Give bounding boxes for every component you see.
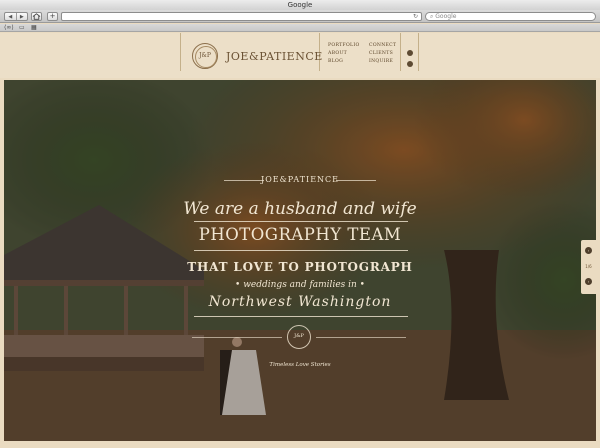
header-divider bbox=[400, 33, 401, 71]
divider bbox=[194, 250, 408, 251]
divider bbox=[336, 180, 376, 181]
social-icon-2[interactable] bbox=[407, 61, 413, 67]
logo-seal-text: J&P bbox=[199, 52, 211, 59]
divider bbox=[224, 180, 264, 181]
browser-toolbar: ◀ ▶ + ↻ ⌕ Google bbox=[0, 10, 600, 23]
nav-left: PORTFOLIO ABOUT BLOG bbox=[328, 43, 360, 64]
nav-portfolio[interactable]: PORTFOLIO bbox=[328, 43, 360, 48]
slide-counter: 1/6 bbox=[585, 264, 592, 269]
search-placeholder: Google bbox=[435, 13, 457, 20]
reload-icon[interactable]: ↻ bbox=[413, 13, 418, 21]
nav-about[interactable]: ABOUT bbox=[328, 51, 360, 56]
slide-prev-icon[interactable]: ‹ bbox=[585, 247, 592, 254]
hero-line-4: • weddings and families in • bbox=[235, 280, 365, 290]
add-bookmark-button[interactable]: + bbox=[47, 12, 58, 21]
nav-connect[interactable]: CONNECT bbox=[369, 43, 396, 48]
hero-tagline: Timeless Love Stories bbox=[269, 362, 331, 368]
nav-clients[interactable]: CLIENTS bbox=[369, 51, 396, 56]
hero-brand: JOE&PATIENCE bbox=[260, 175, 339, 184]
back-button[interactable]: ◀ bbox=[5, 13, 16, 20]
bookmarks-icon[interactable]: ▭ bbox=[19, 24, 25, 32]
header-divider bbox=[418, 33, 419, 71]
forward-button[interactable]: ▶ bbox=[15, 13, 28, 20]
divider bbox=[192, 337, 282, 338]
nav-blog[interactable]: BLOG bbox=[328, 59, 360, 64]
nav-buttons: ◀ ▶ bbox=[4, 12, 28, 21]
social-icon-1[interactable] bbox=[407, 50, 413, 56]
hero-image: JOE&PATIENCE We are a husband and wife P… bbox=[4, 80, 596, 441]
address-bar[interactable]: ↻ bbox=[61, 12, 422, 21]
search-input[interactable]: ⌕ Google bbox=[425, 12, 596, 21]
logo-seal[interactable]: J&P bbox=[192, 43, 218, 69]
home-icon bbox=[32, 13, 41, 20]
hero-line-5: Northwest Washington bbox=[208, 294, 392, 310]
divider bbox=[316, 337, 406, 338]
nav-inquire[interactable]: INQUIRE bbox=[369, 59, 396, 64]
top-sites-icon[interactable]: ▦ bbox=[31, 24, 37, 32]
home-button[interactable] bbox=[31, 12, 42, 21]
slide-next-icon[interactable]: › bbox=[585, 278, 592, 285]
hero-line-1: We are a husband and wife bbox=[183, 199, 417, 219]
hero-seal-text: J&P bbox=[294, 333, 304, 339]
brand-name[interactable]: JOE&PATIENCE bbox=[226, 50, 323, 63]
reader-icon[interactable]: ⟨∞⟩ bbox=[4, 24, 14, 32]
site-header: J&P JOE&PATIENCE PORTFOLIO ABOUT BLOG CO… bbox=[0, 33, 600, 78]
hero-line-2: PHOTOGRAPHY TEAM bbox=[198, 225, 402, 244]
hero-line-3: THAT LOVE TO PHOTOGRAPH bbox=[187, 260, 413, 274]
divider bbox=[194, 221, 408, 222]
hero-seal: J&P bbox=[287, 325, 311, 349]
bookmarks-bar: ⟨∞⟩ ▭ ▦ bbox=[0, 24, 600, 32]
slideshow-control: ‹ 1/6 › bbox=[581, 240, 596, 294]
divider bbox=[194, 316, 408, 317]
header-divider bbox=[180, 33, 181, 71]
window-title: Google bbox=[0, 0, 600, 10]
nav-right: CONNECT CLIENTS INQUIRE bbox=[369, 43, 396, 64]
